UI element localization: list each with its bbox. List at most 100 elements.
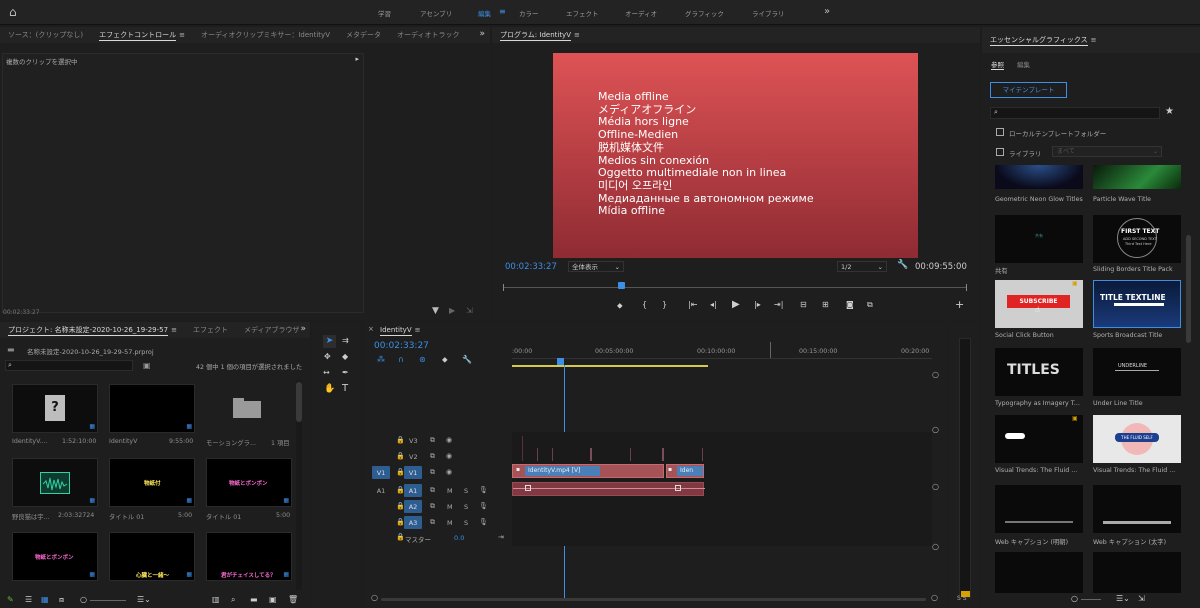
template-thumb-underline[interactable]: UNDERLINE — [1093, 348, 1181, 396]
timeline-menu-icon[interactable]: ≡ — [415, 326, 421, 334]
lock-icon[interactable]: 🔒 — [396, 436, 405, 444]
zoom-slider-handle[interactable]: ○ — [1071, 594, 1078, 603]
workspace-learn[interactable]: 学習 — [378, 8, 391, 18]
template-thumb-sliding-borders[interactable]: FIRST TEXT ADD SECOND TEXT Third Text He… — [1093, 215, 1181, 263]
sync-lock-icon[interactable]: ⧉ — [430, 436, 435, 445]
vertical-scroll-handle[interactable]: ○ — [932, 542, 939, 551]
project-scrollbar[interactable] — [296, 380, 302, 590]
template-thumb-social-click[interactable]: SUBSCRIBE ☝ ▣ — [995, 280, 1083, 328]
tab-sequence[interactable]: IdentityV ≡ — [372, 326, 429, 336]
filter-icon[interactable]: ▼ — [432, 306, 439, 316]
program-scrub-bar[interactable] — [503, 282, 967, 291]
mic-icon[interactable]: 🎙 — [479, 502, 488, 510]
library-checkbox[interactable] — [996, 148, 1004, 156]
pencil-icon[interactable]: ✎ — [7, 595, 14, 604]
master-volume[interactable]: 0.0 — [454, 534, 464, 542]
tab-media-browser[interactable]: メディアブラウザ — [236, 325, 308, 335]
template-thumb-sports[interactable]: TITLE TEXTLINE — [1093, 280, 1181, 328]
template-thumb[interactable] — [1093, 552, 1181, 593]
template-thumb-geometric-neon[interactable] — [995, 165, 1083, 189]
mic-icon[interactable]: 🎙 — [479, 486, 488, 494]
scrub-playhead[interactable] — [618, 282, 625, 289]
zoom-slider-track[interactable] — [90, 600, 126, 601]
freeform-view-icon[interactable]: ⧈ — [59, 595, 64, 605]
tab-essential-graphics[interactable]: エッセンシャルグラフィックス ≡ — [982, 35, 1105, 46]
scroll-end-handle[interactable]: ○ — [931, 593, 938, 602]
zoom-slider-handle[interactable]: ○ — [80, 595, 87, 604]
track-target-v1[interactable]: V1 — [404, 466, 422, 479]
project-item[interactable]: ▦ — [12, 458, 98, 507]
snap-icon[interactable]: ∩ — [398, 355, 404, 364]
tab-source[interactable]: ソース：(クリップなし) — [0, 30, 91, 40]
track-header-v2[interactable]: 🔒 V2 ⧉ ◉ — [364, 450, 512, 464]
tab-project[interactable]: プロジェクト: 名称未設定-2020-10-26_19-29-57 ≡ — [0, 325, 185, 336]
tab-audio-clip-mixer[interactable]: オーディオクリップミキサー：IdentityV — [193, 30, 338, 40]
home-icon[interactable]: ⌂ — [9, 5, 17, 19]
template-thumb[interactable] — [995, 552, 1083, 593]
template-scrollbar[interactable] — [1186, 167, 1191, 587]
mic-icon[interactable]: 🎙 — [479, 518, 488, 526]
video-clip[interactable]: Iden ▪ — [666, 464, 704, 478]
tab-edit[interactable]: 編集 — [1017, 59, 1030, 69]
workspace-menu-icon[interactable]: ≡ — [499, 7, 506, 16]
play-audio-icon[interactable]: ▶ — [449, 306, 455, 315]
close-icon[interactable]: × — [368, 325, 374, 333]
extract-icon[interactable]: ⊞ — [822, 300, 829, 309]
eye-icon[interactable]: ◉ — [446, 436, 452, 444]
tab-program[interactable]: プログラム: IdentityV ≡ — [492, 30, 588, 41]
vertical-scroll-handle[interactable]: ○ — [932, 482, 939, 491]
export-frame-icon[interactable]: ◙ — [846, 300, 854, 309]
program-menu-icon[interactable]: ≡ — [574, 31, 580, 39]
project-item[interactable]: 物紙とボンボン ▦ — [12, 532, 98, 581]
project-item[interactable]: ▦ — [109, 384, 195, 433]
selection-tool-icon[interactable]: ➤ — [323, 335, 336, 348]
tab-audio-track[interactable]: オーディオトラック — [389, 30, 468, 40]
project-item[interactable]: 物紙付 ▦ — [109, 458, 195, 507]
lock-icon[interactable]: 🔒 — [396, 533, 405, 541]
project-search-input[interactable]: ⌕ — [5, 360, 133, 371]
project-item[interactable]: 君がチェイスしてる？ ▦ — [206, 532, 292, 581]
export-icon[interactable]: ⇲ — [466, 306, 473, 315]
go-to-out-icon[interactable]: ⇥| — [774, 300, 783, 309]
source-patch-v1[interactable]: V1 — [372, 466, 390, 479]
track-header-a2[interactable]: 🔒 A2 ⧉ M S 🎙 — [364, 499, 512, 514]
project-item[interactable]: 心臓と一緒～ ▦ — [109, 532, 195, 581]
workspace-graphics[interactable]: グラフィック — [685, 8, 724, 18]
template-thumb-share[interactable]: 共有 — [995, 215, 1083, 263]
timeline-timecode[interactable]: 00:02:33:27 — [374, 341, 429, 351]
find-icon[interactable]: ⌕ — [231, 595, 235, 605]
template-thumb-web-caption-bold[interactable] — [1093, 485, 1181, 533]
track-select-tool-icon[interactable]: ⇉ — [342, 336, 349, 345]
mute-button[interactable]: M — [447, 487, 453, 495]
track-header-v1[interactable]: V1 🔒 V1 ⧉ ◉ — [364, 465, 512, 480]
sync-lock-icon[interactable]: ⧉ — [430, 518, 435, 527]
template-thumb-fluid-2[interactable]: THE FLUID SELF — [1093, 415, 1181, 463]
ripple-edit-tool-icon[interactable]: ✥ — [324, 352, 331, 361]
library-select[interactable]: まべて ⌄ — [1052, 146, 1162, 157]
track-header-a1[interactable]: A1 🔒 A1 ⧉ M S 🎙 — [364, 483, 512, 498]
mark-out-icon[interactable]: } — [662, 300, 667, 309]
play-icon[interactable]: ▶ — [732, 299, 740, 310]
template-thumb-particle-wave[interactable] — [1093, 165, 1181, 189]
tab-effect-controls[interactable]: エフェクトコントロール ≡ — [91, 30, 193, 41]
template-thumb-fluid-1[interactable]: ▣ — [995, 415, 1083, 463]
mute-button[interactable]: M — [447, 503, 453, 511]
tab-metadata[interactable]: メタデータ — [338, 30, 389, 40]
project-menu-icon[interactable]: ≡ — [171, 326, 177, 334]
install-icon[interactable]: ⇲ — [1138, 594, 1145, 603]
wrench-icon[interactable]: 🔧 — [462, 355, 472, 364]
track-target-a1[interactable]: A1 — [404, 484, 422, 497]
go-to-in-icon[interactable]: |⇤ — [688, 300, 697, 309]
slip-tool-icon[interactable]: ↔ — [323, 368, 330, 377]
essential-menu-icon[interactable]: ≡ — [1091, 36, 1097, 44]
template-thumb-web-caption-mincho[interactable] — [995, 485, 1083, 533]
lift-icon[interactable]: ⊟ — [800, 300, 807, 309]
linked-selection-icon[interactable]: ⊛ — [419, 355, 426, 364]
resolution-select[interactable]: 1/2 ⌄ — [837, 261, 887, 272]
timeline-horizontal-scrollbar[interactable]: ○ ○ — [369, 593, 943, 603]
sort-icon[interactable]: ☰⌄ — [1116, 594, 1130, 603]
zoom-slider-track[interactable] — [1081, 599, 1101, 600]
timeline-playhead-handle[interactable] — [557, 358, 564, 365]
automate-icon[interactable]: ▥ — [212, 595, 220, 604]
workspace-effects[interactable]: エフェクト — [566, 8, 599, 18]
